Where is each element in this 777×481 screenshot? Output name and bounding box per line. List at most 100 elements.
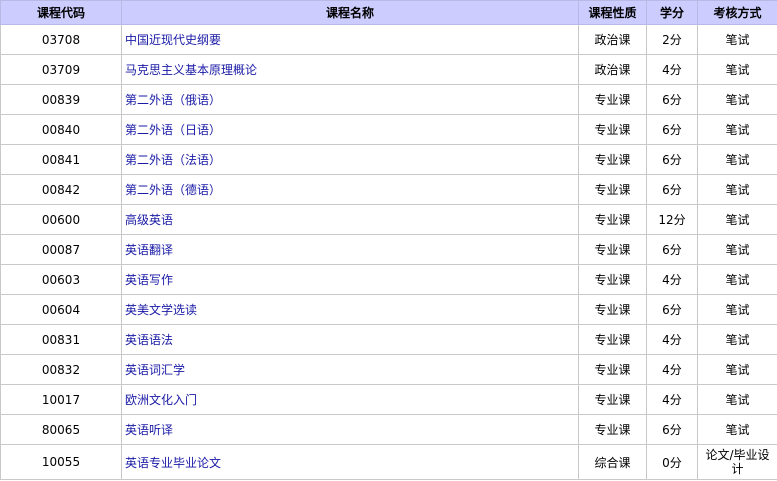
course-name-link[interactable]: 第二外语（日语） [125, 123, 221, 137]
course-name-link[interactable]: 英美文学选读 [125, 303, 197, 317]
course-name-cell: 英语专业毕业论文 [121, 444, 579, 480]
credits-cell: 6分 [646, 174, 698, 205]
exam-method-cell: 笔试 [697, 144, 777, 175]
course-type-cell: 专业课 [578, 114, 647, 145]
credits-cell: 0分 [646, 444, 698, 480]
table-row: 00831 英语语法 专业课 4分 笔试 [0, 324, 777, 355]
table-row: 80065 英语听译 专业课 6分 笔试 [0, 414, 777, 445]
header-course-name: 课程名称 [121, 0, 579, 25]
course-name-cell: 第二外语（俄语） [121, 84, 579, 115]
course-name-link[interactable]: 欧洲文化入门 [125, 393, 197, 407]
course-name-link[interactable]: 中国近现代史纲要 [125, 33, 221, 47]
course-name-cell: 英语听译 [121, 414, 579, 445]
course-name-link[interactable]: 第二外语（法语） [125, 153, 221, 167]
course-name-link[interactable]: 高级英语 [125, 213, 173, 227]
course-code-cell: 10017 [0, 384, 122, 415]
course-code-cell: 80065 [0, 414, 122, 445]
credits-cell: 6分 [646, 294, 698, 325]
course-code-cell: 00842 [0, 174, 122, 205]
credits-cell: 2分 [646, 24, 698, 55]
credits-cell: 6分 [646, 144, 698, 175]
table-header: 课程代码 课程名称 课程性质 学分 考核方式 [0, 0, 777, 25]
course-type-cell: 专业课 [578, 414, 647, 445]
course-table: 课程代码 课程名称 课程性质 学分 考核方式 03708 中国近现代史纲要 政治课 2… [0, 0, 777, 480]
table-row: 00840 第二外语（日语） 专业课 6分 笔试 [0, 114, 777, 145]
table-row: 00841 第二外语（法语） 专业课 6分 笔试 [0, 144, 777, 175]
credits-cell: 6分 [646, 84, 698, 115]
course-name-cell: 中国近现代史纲要 [121, 24, 579, 55]
table-row: 00087 英语翻译 专业课 6分 笔试 [0, 234, 777, 265]
course-name-cell: 英语翻译 [121, 234, 579, 265]
exam-method-cell: 笔试 [697, 114, 777, 145]
table-row: 03709 马克思主义基本原理概论 政治课 4分 笔试 [0, 54, 777, 85]
exam-method-cell: 笔试 [697, 84, 777, 115]
table-row: 03708 中国近现代史纲要 政治课 2分 笔试 [0, 24, 777, 55]
course-name-cell: 英美文学选读 [121, 294, 579, 325]
course-name-cell: 第二外语（德语） [121, 174, 579, 205]
course-type-cell: 专业课 [578, 264, 647, 295]
course-name-cell: 马克思主义基本原理概论 [121, 54, 579, 85]
course-type-cell: 专业课 [578, 84, 647, 115]
exam-method-cell: 笔试 [697, 354, 777, 385]
course-type-cell: 综合课 [578, 444, 647, 480]
course-type-cell: 专业课 [578, 324, 647, 355]
course-name-cell: 英语词汇学 [121, 354, 579, 385]
course-code-cell: 00087 [0, 234, 122, 265]
credits-cell: 6分 [646, 414, 698, 445]
course-name-link[interactable]: 第二外语（德语） [125, 183, 221, 197]
course-name-link[interactable]: 英语听译 [125, 423, 173, 437]
course-name-link[interactable]: 英语词汇学 [125, 363, 185, 377]
exam-method-cell: 笔试 [697, 324, 777, 355]
course-code-cell: 00831 [0, 324, 122, 355]
credits-cell: 4分 [646, 324, 698, 355]
course-type-cell: 专业课 [578, 294, 647, 325]
course-code-cell: 00600 [0, 204, 122, 235]
course-code-cell: 00832 [0, 354, 122, 385]
exam-method-cell: 笔试 [697, 54, 777, 85]
course-type-cell: 专业课 [578, 204, 647, 235]
course-name-link[interactable]: 第二外语（俄语） [125, 93, 221, 107]
header-credits: 学分 [646, 0, 698, 25]
course-type-cell: 政治课 [578, 24, 647, 55]
credits-cell: 4分 [646, 384, 698, 415]
exam-method-cell: 论文/毕业设计 [697, 444, 777, 480]
credits-cell: 4分 [646, 354, 698, 385]
table-row: 00832 英语词汇学 专业课 4分 笔试 [0, 354, 777, 385]
course-code-cell: 00841 [0, 144, 122, 175]
exam-method-cell: 笔试 [697, 174, 777, 205]
course-code-cell: 10055 [0, 444, 122, 480]
table-row: 10055 英语专业毕业论文 综合课 0分 论文/毕业设计 [0, 444, 777, 480]
credits-cell: 6分 [646, 234, 698, 265]
exam-method-cell: 笔试 [697, 24, 777, 55]
table-row: 00603 英语写作 专业课 4分 笔试 [0, 264, 777, 295]
table-row: 00600 高级英语 专业课 12分 笔试 [0, 204, 777, 235]
course-name-cell: 欧洲文化入门 [121, 384, 579, 415]
course-code-cell: 03709 [0, 54, 122, 85]
table-body: 03708 中国近现代史纲要 政治课 2分 笔试 03709 马克思主义基本原理概论 政治课 4… [0, 24, 777, 480]
course-name-cell: 英语写作 [121, 264, 579, 295]
course-name-link[interactable]: 英语专业毕业论文 [125, 456, 221, 470]
exam-method-cell: 笔试 [697, 384, 777, 415]
course-code-cell: 00604 [0, 294, 122, 325]
course-type-cell: 专业课 [578, 174, 647, 205]
course-name-link[interactable]: 英语翻译 [125, 243, 173, 257]
course-name-link[interactable]: 英语写作 [125, 273, 173, 287]
exam-method-cell: 笔试 [697, 204, 777, 235]
course-name-cell: 英语语法 [121, 324, 579, 355]
course-type-cell: 专业课 [578, 144, 647, 175]
header-exam-method: 考核方式 [697, 0, 777, 25]
credits-cell: 6分 [646, 114, 698, 145]
course-type-cell: 专业课 [578, 234, 647, 265]
exam-method-cell: 笔试 [697, 414, 777, 445]
course-name-cell: 高级英语 [121, 204, 579, 235]
course-name-link[interactable]: 马克思主义基本原理概论 [125, 63, 257, 77]
course-name-link[interactable]: 英语语法 [125, 333, 173, 347]
table-row: 10017 欧洲文化入门 专业课 4分 笔试 [0, 384, 777, 415]
credits-cell: 4分 [646, 54, 698, 85]
credits-cell: 4分 [646, 264, 698, 295]
header-course-type: 课程性质 [578, 0, 647, 25]
course-name-cell: 第二外语（法语） [121, 144, 579, 175]
course-code-cell: 00603 [0, 264, 122, 295]
course-code-cell: 00840 [0, 114, 122, 145]
table-row: 00842 第二外语（德语） 专业课 6分 笔试 [0, 174, 777, 205]
